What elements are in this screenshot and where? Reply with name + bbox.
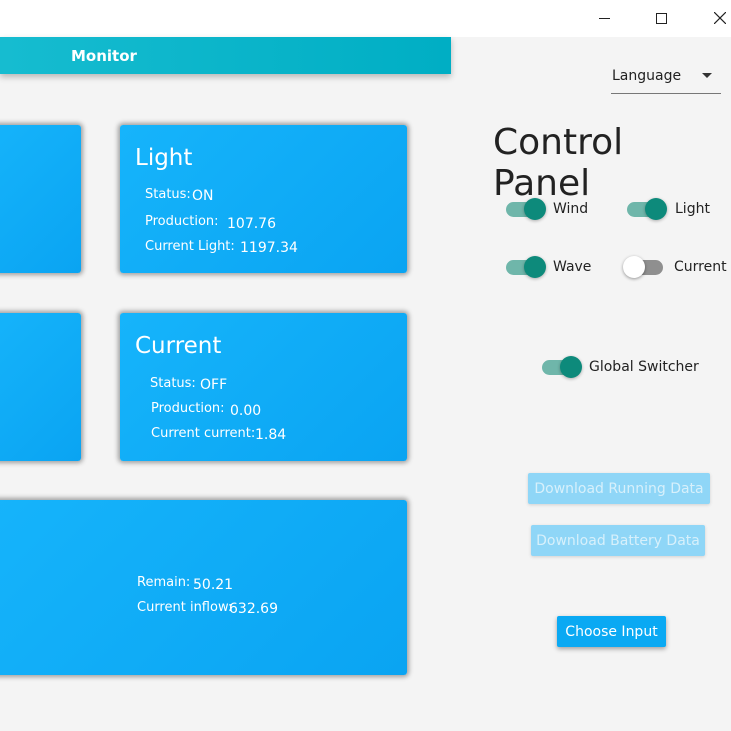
language-label: Language bbox=[612, 68, 682, 84]
download-battery-data-button[interactable]: Download Battery Data bbox=[531, 525, 705, 556]
light-current-value: 1197.34 bbox=[240, 240, 298, 256]
download-running-data-button[interactable]: Download Running Data bbox=[528, 473, 710, 504]
global-toggle-knob bbox=[560, 356, 582, 378]
current-current-value: 1.84 bbox=[255, 427, 287, 443]
current-toggle-label: Current bbox=[674, 259, 727, 275]
current-card-title: Current bbox=[135, 333, 222, 359]
light-toggle[interactable] bbox=[627, 198, 667, 220]
battery-inflow-value: 632.69 bbox=[229, 601, 278, 617]
current-toggle[interactable] bbox=[623, 256, 663, 278]
wave-toggle-label: Wave bbox=[553, 259, 592, 275]
control-panel-title: Control Panel bbox=[493, 122, 624, 204]
dropdown-arrow-icon bbox=[702, 73, 712, 78]
wind-toggle-knob bbox=[524, 198, 546, 220]
battery-card: Remain: 50.21 Current inflow: 632.69 bbox=[0, 500, 407, 675]
wind-card bbox=[0, 125, 81, 273]
minimize-icon[interactable] bbox=[594, 9, 614, 27]
wave-toggle[interactable] bbox=[506, 256, 546, 278]
light-production-label: Production: bbox=[145, 214, 219, 229]
wind-toggle-label: Wind bbox=[553, 201, 589, 217]
current-toggle-knob bbox=[623, 256, 645, 278]
light-card-title: Light bbox=[135, 145, 193, 171]
global-switcher-label: Global Switcher bbox=[589, 359, 699, 375]
light-production-value: 107.76 bbox=[227, 216, 276, 232]
current-status-value: OFF bbox=[200, 377, 228, 393]
battery-remain-value: 50.21 bbox=[193, 577, 234, 593]
current-status-label: Status: bbox=[150, 376, 196, 391]
light-status-label: Status: bbox=[145, 187, 191, 202]
monitor-header: Monitor bbox=[0, 37, 451, 74]
battery-inflow-label: Current inflow: bbox=[137, 600, 233, 615]
close-icon[interactable] bbox=[710, 9, 730, 27]
wind-toggle[interactable] bbox=[506, 198, 546, 220]
light-toggle-label: Light bbox=[675, 201, 710, 217]
current-production-value: 0.00 bbox=[230, 403, 262, 419]
light-status-value: ON bbox=[192, 188, 214, 204]
current-current-label: Current current: bbox=[151, 426, 256, 441]
current-production-label: Production: bbox=[151, 401, 225, 416]
header-title: Monitor bbox=[71, 47, 137, 65]
language-select[interactable]: Language bbox=[611, 64, 721, 94]
window-titlebar bbox=[0, 0, 731, 37]
global-switcher-toggle[interactable] bbox=[542, 356, 582, 378]
light-current-label: Current Light: bbox=[145, 239, 235, 254]
battery-remain-label: Remain: bbox=[137, 575, 191, 590]
current-card: Current Status: OFF Production: 0.00 Cur… bbox=[120, 313, 407, 461]
choose-input-button[interactable]: Choose Input bbox=[557, 616, 666, 647]
light-card: Light Status: ON Production: 107.76 Curr… bbox=[120, 125, 407, 273]
wave-card bbox=[0, 313, 81, 461]
wave-toggle-knob bbox=[524, 256, 546, 278]
maximize-icon[interactable] bbox=[651, 9, 671, 27]
light-toggle-knob bbox=[645, 198, 667, 220]
